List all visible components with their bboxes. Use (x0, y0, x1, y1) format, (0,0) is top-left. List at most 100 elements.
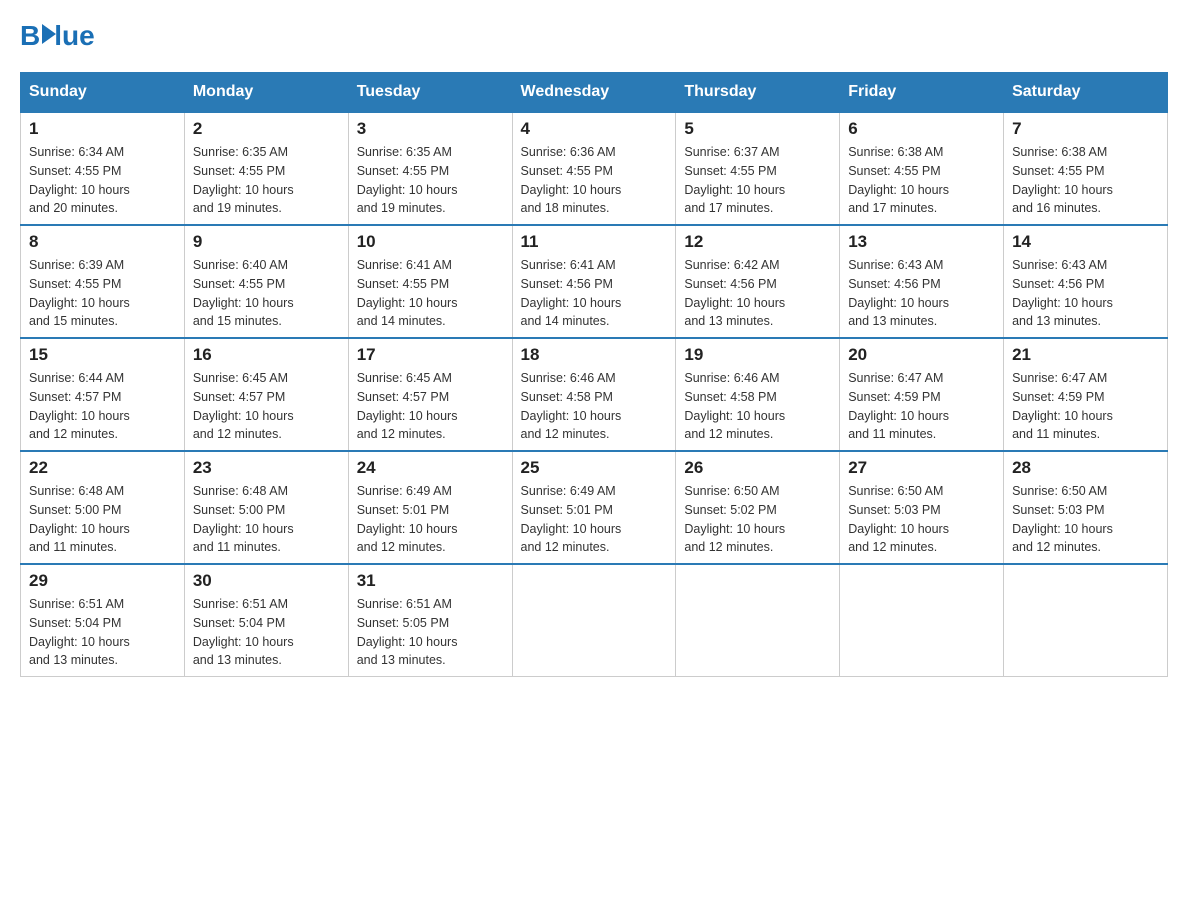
day-info: Sunrise: 6:48 AM Sunset: 5:00 PM Dayligh… (193, 482, 340, 557)
calendar-cell: 5 Sunrise: 6:37 AM Sunset: 4:55 PM Daylig… (676, 112, 840, 225)
day-info: Sunrise: 6:47 AM Sunset: 4:59 PM Dayligh… (848, 369, 995, 444)
weekday-header-tuesday: Tuesday (348, 73, 512, 113)
calendar-cell: 22 Sunrise: 6:48 AM Sunset: 5:00 PM Dayli… (21, 451, 185, 564)
day-info: Sunrise: 6:45 AM Sunset: 4:57 PM Dayligh… (357, 369, 504, 444)
day-info: Sunrise: 6:51 AM Sunset: 5:05 PM Dayligh… (357, 595, 504, 670)
calendar-cell: 26Sunrise: 6:50 AM Sunset: 5:02 PM Dayli… (676, 451, 840, 564)
day-number: 21 (1012, 345, 1159, 365)
day-number: 30 (193, 571, 340, 591)
day-info: Sunrise: 6:43 AM Sunset: 4:56 PM Dayligh… (848, 256, 995, 331)
day-info: Sunrise: 6:45 AM Sunset: 4:57 PM Dayligh… (193, 369, 340, 444)
day-number: 12 (684, 232, 831, 252)
day-info: Sunrise: 6:38 AM Sunset: 4:55 PM Dayligh… (848, 143, 995, 218)
day-number: 1 (29, 119, 176, 139)
calendar-cell (512, 564, 676, 677)
weekday-header-saturday: Saturday (1004, 73, 1168, 113)
day-info: Sunrise: 6:50 AM Sunset: 5:03 PM Dayligh… (1012, 482, 1159, 557)
calendar-cell: 28 Sunrise: 6:50 AM Sunset: 5:03 PM Dayli… (1004, 451, 1168, 564)
day-number: 11 (521, 232, 668, 252)
calendar-cell: 29 Sunrise: 6:51 AM Sunset: 5:04 PM Dayli… (21, 564, 185, 677)
day-info: Sunrise: 6:41 AM Sunset: 4:56 PM Dayligh… (521, 256, 668, 331)
day-info: Sunrise: 6:50 AM Sunset: 5:03 PM Dayligh… (848, 482, 995, 557)
day-info: Sunrise: 6:49 AM Sunset: 5:01 PM Dayligh… (521, 482, 668, 557)
weekday-header-monday: Monday (184, 73, 348, 113)
day-number: 5 (684, 119, 831, 139)
calendar-table: SundayMondayTuesdayWednesdayThursdayFrid… (20, 72, 1168, 677)
calendar-cell: 9Sunrise: 6:40 AM Sunset: 4:55 PM Daylig… (184, 225, 348, 338)
day-info: Sunrise: 6:48 AM Sunset: 5:00 PM Dayligh… (29, 482, 176, 557)
day-number: 26 (684, 458, 831, 478)
calendar-cell: 18 Sunrise: 6:46 AM Sunset: 4:58 PM Dayli… (512, 338, 676, 451)
day-number: 16 (193, 345, 340, 365)
day-info: Sunrise: 6:41 AM Sunset: 4:55 PM Dayligh… (357, 256, 504, 331)
calendar-cell: 17 Sunrise: 6:45 AM Sunset: 4:57 PM Dayli… (348, 338, 512, 451)
weekday-header-thursday: Thursday (676, 73, 840, 113)
calendar-week-row: 22 Sunrise: 6:48 AM Sunset: 5:00 PM Dayli… (21, 451, 1168, 564)
calendar-cell: 23 Sunrise: 6:48 AM Sunset: 5:00 PM Dayli… (184, 451, 348, 564)
day-number: 17 (357, 345, 504, 365)
calendar-cell: 11 Sunrise: 6:41 AM Sunset: 4:56 PM Dayli… (512, 225, 676, 338)
day-info: Sunrise: 6:46 AM Sunset: 4:58 PM Dayligh… (521, 369, 668, 444)
day-number: 24 (357, 458, 504, 478)
day-number: 7 (1012, 119, 1159, 139)
day-number: 23 (193, 458, 340, 478)
day-info: Sunrise: 6:43 AM Sunset: 4:56 PM Dayligh… (1012, 256, 1159, 331)
calendar-cell: 27 Sunrise: 6:50 AM Sunset: 5:03 PM Dayli… (840, 451, 1004, 564)
day-number: 27 (848, 458, 995, 478)
calendar-cell: 3 Sunrise: 6:35 AM Sunset: 4:55 PM Daylig… (348, 112, 512, 225)
calendar-cell: 14Sunrise: 6:43 AM Sunset: 4:56 PM Dayli… (1004, 225, 1168, 338)
logo-blue-part: B lue (20, 20, 95, 52)
day-info: Sunrise: 6:42 AM Sunset: 4:56 PM Dayligh… (684, 256, 831, 331)
weekday-header-wednesday: Wednesday (512, 73, 676, 113)
day-number: 6 (848, 119, 995, 139)
day-info: Sunrise: 6:47 AM Sunset: 4:59 PM Dayligh… (1012, 369, 1159, 444)
calendar-cell: 24 Sunrise: 6:49 AM Sunset: 5:01 PM Dayli… (348, 451, 512, 564)
calendar-cell (840, 564, 1004, 677)
calendar-cell: 8Sunrise: 6:39 AM Sunset: 4:55 PM Daylig… (21, 225, 185, 338)
day-number: 3 (357, 119, 504, 139)
day-number: 22 (29, 458, 176, 478)
calendar-week-row: 15Sunrise: 6:44 AM Sunset: 4:57 PM Dayli… (21, 338, 1168, 451)
day-number: 25 (521, 458, 668, 478)
calendar-cell: 7 Sunrise: 6:38 AM Sunset: 4:55 PM Daylig… (1004, 112, 1168, 225)
day-info: Sunrise: 6:35 AM Sunset: 4:55 PM Dayligh… (357, 143, 504, 218)
calendar-cell: 20 Sunrise: 6:47 AM Sunset: 4:59 PM Dayli… (840, 338, 1004, 451)
day-info: Sunrise: 6:51 AM Sunset: 5:04 PM Dayligh… (193, 595, 340, 670)
calendar-cell: 15Sunrise: 6:44 AM Sunset: 4:57 PM Dayli… (21, 338, 185, 451)
calendar-cell: 1 Sunrise: 6:34 AM Sunset: 4:55 PM Daylig… (21, 112, 185, 225)
calendar-cell: 4 Sunrise: 6:36 AM Sunset: 4:55 PM Daylig… (512, 112, 676, 225)
day-number: 29 (29, 571, 176, 591)
calendar-cell (676, 564, 840, 677)
calendar-cell: 25 Sunrise: 6:49 AM Sunset: 5:01 PM Dayli… (512, 451, 676, 564)
day-info: Sunrise: 6:44 AM Sunset: 4:57 PM Dayligh… (29, 369, 176, 444)
day-number: 18 (521, 345, 668, 365)
day-info: Sunrise: 6:37 AM Sunset: 4:55 PM Dayligh… (684, 143, 831, 218)
day-info: Sunrise: 6:34 AM Sunset: 4:55 PM Dayligh… (29, 143, 176, 218)
calendar-cell (1004, 564, 1168, 677)
calendar-cell: 13 Sunrise: 6:43 AM Sunset: 4:56 PM Dayli… (840, 225, 1004, 338)
logo: B lue (20, 20, 95, 52)
day-info: Sunrise: 6:38 AM Sunset: 4:55 PM Dayligh… (1012, 143, 1159, 218)
logo-b: B (20, 20, 40, 52)
calendar-week-row: 29 Sunrise: 6:51 AM Sunset: 5:04 PM Dayli… (21, 564, 1168, 677)
day-number: 2 (193, 119, 340, 139)
calendar-week-row: 8Sunrise: 6:39 AM Sunset: 4:55 PM Daylig… (21, 225, 1168, 338)
weekday-header-row: SundayMondayTuesdayWednesdayThursdayFrid… (21, 73, 1168, 113)
day-info: Sunrise: 6:35 AM Sunset: 4:55 PM Dayligh… (193, 143, 340, 218)
day-info: Sunrise: 6:36 AM Sunset: 4:55 PM Dayligh… (521, 143, 668, 218)
day-info: Sunrise: 6:49 AM Sunset: 5:01 PM Dayligh… (357, 482, 504, 557)
weekday-header-friday: Friday (840, 73, 1004, 113)
calendar-cell: 12 Sunrise: 6:42 AM Sunset: 4:56 PM Dayli… (676, 225, 840, 338)
day-number: 9 (193, 232, 340, 252)
day-number: 10 (357, 232, 504, 252)
weekday-header-sunday: Sunday (21, 73, 185, 113)
day-number: 13 (848, 232, 995, 252)
day-number: 31 (357, 571, 504, 591)
day-number: 20 (848, 345, 995, 365)
day-number: 4 (521, 119, 668, 139)
calendar-cell: 21 Sunrise: 6:47 AM Sunset: 4:59 PM Dayli… (1004, 338, 1168, 451)
calendar-cell: 2 Sunrise: 6:35 AM Sunset: 4:55 PM Daylig… (184, 112, 348, 225)
day-number: 28 (1012, 458, 1159, 478)
day-info: Sunrise: 6:51 AM Sunset: 5:04 PM Dayligh… (29, 595, 176, 670)
logo-blue-word: lue (54, 20, 94, 52)
